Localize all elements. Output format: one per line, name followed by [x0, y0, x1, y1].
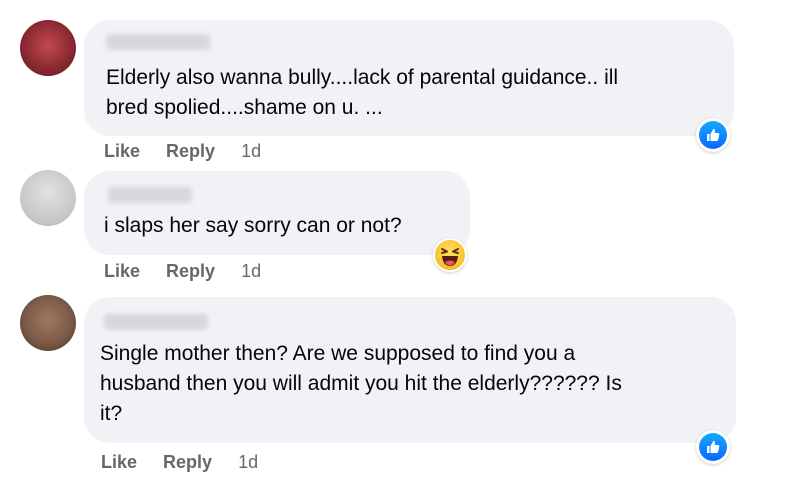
timestamp[interactable]: 1d: [241, 141, 261, 162]
haha-reaction[interactable]: [433, 238, 467, 272]
like-icon: [699, 433, 727, 461]
comment-text: Elderly also wanna bully....lack of pare…: [106, 66, 619, 119]
comment-text: Single mother then? Are we supposed to f…: [100, 342, 622, 425]
comment-bubble: i slaps her say sorry can or not?: [84, 171, 470, 255]
haha-icon: [435, 240, 465, 270]
like-icon: [699, 121, 727, 149]
comment-text: i slaps her say sorry can or not?: [104, 214, 402, 237]
comment-actions: Like Reply 1d: [101, 452, 258, 473]
like-button[interactable]: Like: [104, 261, 140, 282]
comment-bubble: Single mother then? Are we supposed to f…: [84, 297, 736, 443]
comment-thread: Elderly also wanna bully....lack of pare…: [0, 0, 800, 483]
like-reaction[interactable]: [696, 118, 730, 152]
avatar[interactable]: [20, 170, 76, 226]
avatar[interactable]: [20, 20, 76, 76]
comment-actions: Like Reply 1d: [104, 141, 261, 162]
reply-button[interactable]: Reply: [166, 261, 215, 282]
avatar[interactable]: [20, 295, 76, 351]
like-button[interactable]: Like: [104, 141, 140, 162]
reply-button[interactable]: Reply: [166, 141, 215, 162]
author-name-blurred[interactable]: [106, 34, 210, 50]
reply-button[interactable]: Reply: [163, 452, 212, 473]
timestamp[interactable]: 1d: [241, 261, 261, 282]
like-reaction[interactable]: [696, 430, 730, 464]
comment-actions: Like Reply 1d: [104, 261, 261, 282]
author-name-blurred[interactable]: [108, 187, 192, 203]
timestamp[interactable]: 1d: [238, 452, 258, 473]
author-name-blurred[interactable]: [104, 314, 208, 330]
like-button[interactable]: Like: [101, 452, 137, 473]
comment-bubble: Elderly also wanna bully....lack of pare…: [84, 20, 734, 136]
